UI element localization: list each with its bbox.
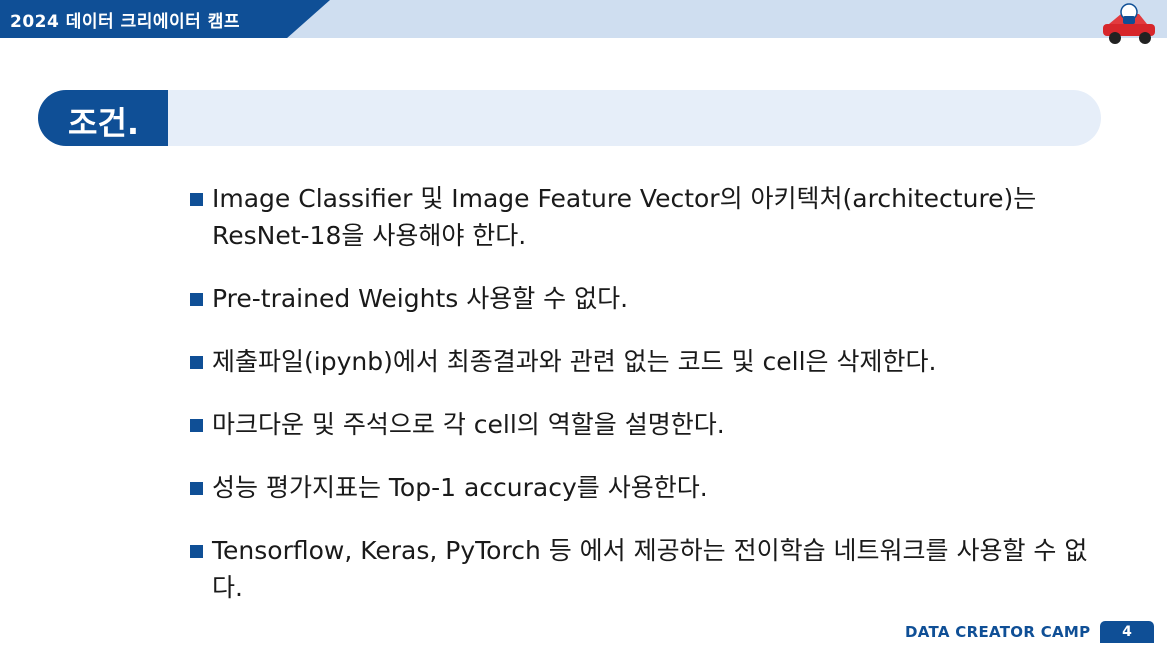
bullet-square-icon bbox=[190, 545, 203, 558]
list-item: Tensorflow, Keras, PyTorch 등 에서 제공하는 전이학… bbox=[190, 532, 1090, 606]
list-item-text: 마크다운 및 주석으로 각 cell의 역할을 설명한다. bbox=[212, 410, 725, 439]
list-item-text: Tensorflow, Keras, PyTorch 등 에서 제공하는 전이학… bbox=[212, 536, 1088, 602]
list-item: 제출파일(ipynb)에서 최종결과와 관련 없는 코드 및 cell은 삭제한… bbox=[190, 343, 1090, 380]
bullet-square-icon bbox=[190, 193, 203, 206]
bullet-square-icon bbox=[190, 356, 203, 369]
list-item-text: 제출파일(ipynb)에서 최종결과와 관련 없는 코드 및 cell은 삭제한… bbox=[212, 347, 937, 376]
header-bar: 2024 데이터 크리에이터 캠프 bbox=[0, 0, 1167, 38]
section-heading-bar bbox=[38, 90, 1101, 146]
footer-label: DATA CREATOR CAMP bbox=[905, 623, 1091, 641]
section-heading: 조건. bbox=[68, 104, 140, 142]
bullet-square-icon bbox=[190, 419, 203, 432]
bullet-square-icon bbox=[190, 293, 203, 306]
list-item: 성능 평가지표는 Top-1 accuracy를 사용한다. bbox=[190, 469, 1090, 506]
list-item-text: 성능 평가지표는 Top-1 accuracy를 사용한다. bbox=[212, 473, 708, 502]
list-item-text: Pre-trained Weights 사용할 수 없다. bbox=[212, 284, 629, 313]
list-item-text: Image Classifier 및 Image Feature Vector의… bbox=[212, 184, 1037, 250]
conditions-list: Image Classifier 및 Image Feature Vector의… bbox=[190, 180, 1090, 632]
list-item: 마크다운 및 주석으로 각 cell의 역할을 설명한다. bbox=[190, 406, 1090, 443]
bullet-square-icon bbox=[190, 482, 203, 495]
header-title-panel: 2024 데이터 크리에이터 캠프 bbox=[0, 0, 330, 38]
race-car-mascot-icon bbox=[1103, 3, 1155, 44]
list-item: Image Classifier 및 Image Feature Vector의… bbox=[190, 180, 1090, 254]
header-title: 2024 데이터 크리에이터 캠프 bbox=[10, 12, 240, 32]
page-number-badge: 4 bbox=[1100, 621, 1154, 643]
list-item: Pre-trained Weights 사용할 수 없다. bbox=[190, 280, 1090, 317]
